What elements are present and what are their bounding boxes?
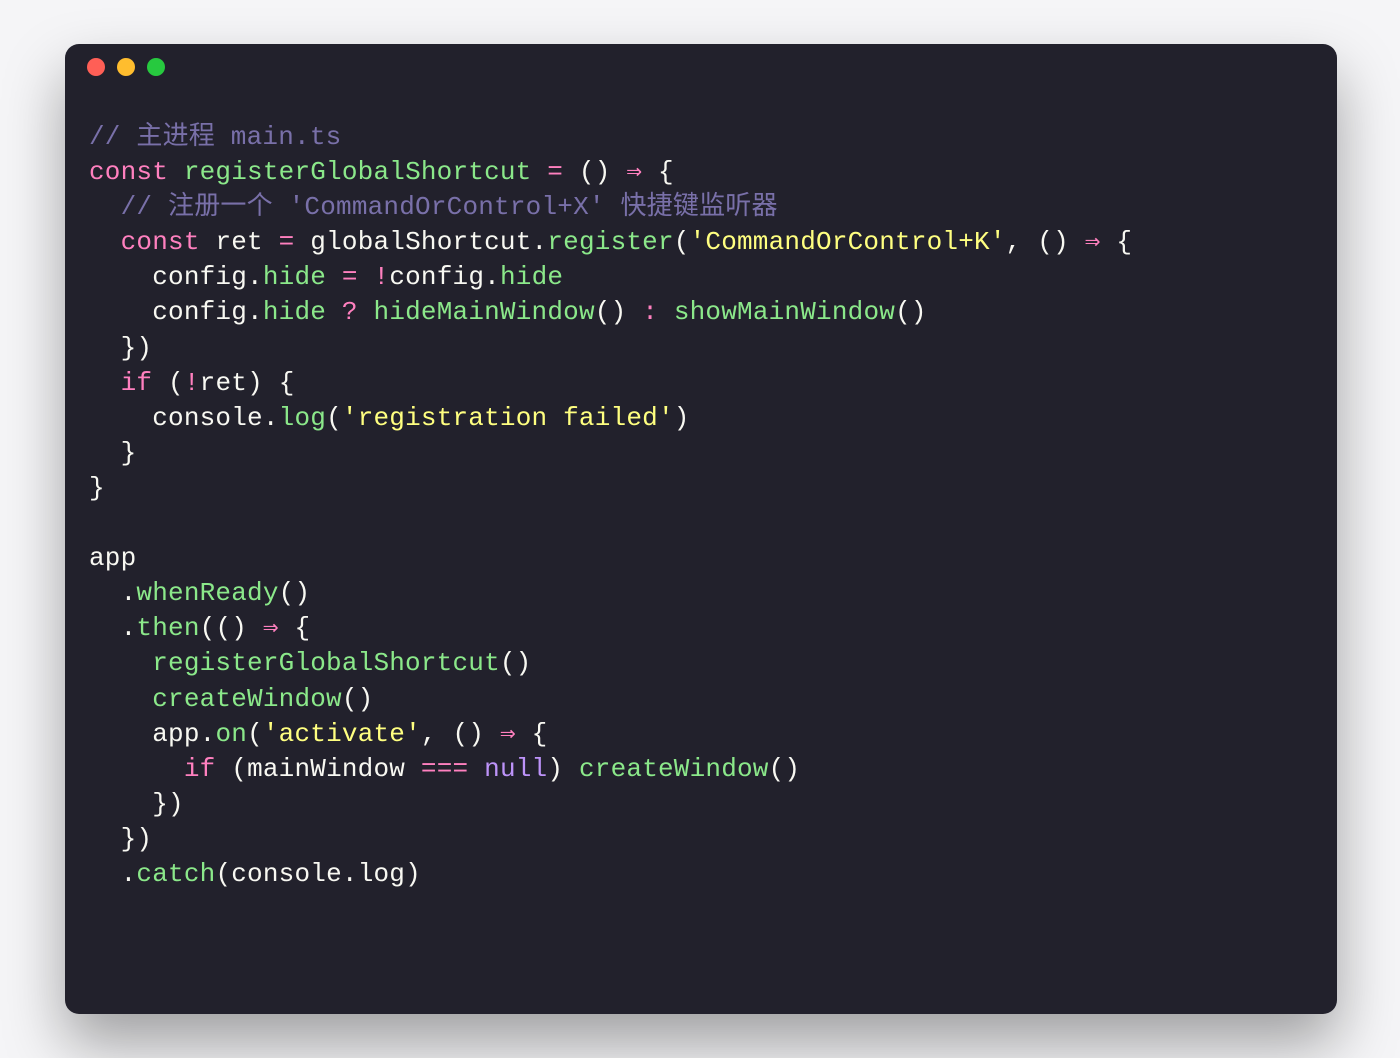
obj-app: app xyxy=(89,543,136,573)
obj-config: config xyxy=(152,262,247,292)
obj-console-2: console xyxy=(231,859,342,889)
kw-if-2: if xyxy=(184,754,216,784)
method-whenReady: whenReady xyxy=(136,578,278,608)
comment-shortcut: // 注册一个 'CommandOrControl+X' 快捷键监听器 xyxy=(121,192,778,222)
window-titlebar xyxy=(65,44,1337,90)
code-block: // 主进程 main.ts const registerGlobalShort… xyxy=(65,90,1337,916)
fn-createWindow: createWindow xyxy=(152,684,342,714)
obj-console: console xyxy=(152,403,263,433)
close-icon[interactable] xyxy=(87,58,105,76)
kw-if: if xyxy=(121,368,153,398)
op-ternary-c: : xyxy=(642,297,658,327)
str-shortcut-key: 'CommandOrControl+K' xyxy=(690,227,1006,257)
arrow-icon: ⇒ xyxy=(626,157,642,187)
code-window: // 主进程 main.ts const registerGlobalShort… xyxy=(65,44,1337,1014)
obj-config-3: config xyxy=(152,297,247,327)
punc-parens: () xyxy=(579,157,611,187)
lit-null: null xyxy=(484,754,547,784)
comment-file-header: // 主进程 main.ts xyxy=(89,122,341,152)
prop-hide-2: hide xyxy=(500,262,563,292)
prop-hide: hide xyxy=(263,262,326,292)
str-reg-failed: 'registration failed' xyxy=(342,403,674,433)
obj-globalShortcut: globalShortcut xyxy=(310,227,531,257)
method-on: on xyxy=(215,719,247,749)
op-eq: === xyxy=(421,754,468,784)
fn-showMainWindow: showMainWindow xyxy=(674,297,895,327)
method-then: then xyxy=(136,613,199,643)
fn-registerGlobalShortcut: registerGlobalShortcut xyxy=(184,157,532,187)
var-ret-2: ret xyxy=(200,368,247,398)
maximize-icon[interactable] xyxy=(147,58,165,76)
prop-hide-3: hide xyxy=(263,297,326,327)
method-catch: catch xyxy=(136,859,215,889)
fn-hideMainWindow: hideMainWindow xyxy=(374,297,595,327)
prop-log-ref: log xyxy=(358,859,405,889)
var-mainWindow: mainWindow xyxy=(247,754,405,784)
call-registerGlobalShortcut: registerGlobalShortcut xyxy=(152,648,500,678)
method-register: register xyxy=(547,227,673,257)
obj-app-2: app xyxy=(152,719,199,749)
kw-const-2: const xyxy=(121,227,200,257)
str-activate: 'activate' xyxy=(263,719,421,749)
call-createWindow: createWindow xyxy=(579,754,769,784)
method-log: log xyxy=(279,403,326,433)
obj-config-2: config xyxy=(389,262,484,292)
op-ternary-q: ? xyxy=(342,297,358,327)
kw-const: const xyxy=(89,157,168,187)
var-ret: ret xyxy=(215,227,262,257)
minimize-icon[interactable] xyxy=(117,58,135,76)
op-assign: = xyxy=(547,157,563,187)
op-not: ! xyxy=(374,262,390,292)
